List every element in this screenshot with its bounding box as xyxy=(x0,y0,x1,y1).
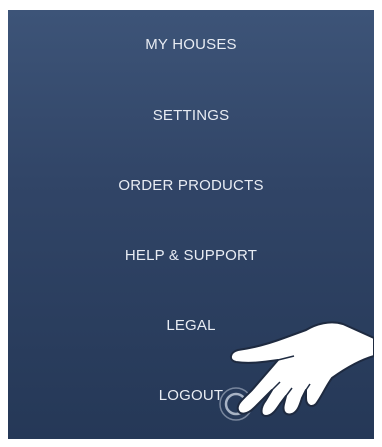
menu-item-label: ORDER PRODUCTS xyxy=(118,177,264,194)
menu-item-label: HELP & SUPPORT xyxy=(124,247,258,264)
menu-item-label: MY HOUSES xyxy=(145,36,237,53)
menu-item-settings[interactable]: SETTINGS xyxy=(8,107,374,124)
menu-item-label: LOGOUT xyxy=(158,387,224,404)
menu-item-logout[interactable]: LOGOUT xyxy=(8,387,374,404)
menu-item-label: SETTINGS xyxy=(152,107,230,124)
menu-item-legal[interactable]: LEGAL xyxy=(8,317,374,334)
menu-item-label: LEGAL xyxy=(166,317,216,334)
menu-item-order-products[interactable]: ORDER PRODUCTS xyxy=(8,177,374,194)
menu-item-my-houses[interactable]: MY HOUSES xyxy=(8,36,374,53)
menu-screen: MY HOUSES SETTINGS ORDER PRODUCTS HELP &… xyxy=(8,10,374,439)
menu-item-help-support[interactable]: HELP & SUPPORT xyxy=(8,247,374,264)
navigation-menu: MY HOUSES SETTINGS ORDER PRODUCTS HELP &… xyxy=(8,10,374,439)
